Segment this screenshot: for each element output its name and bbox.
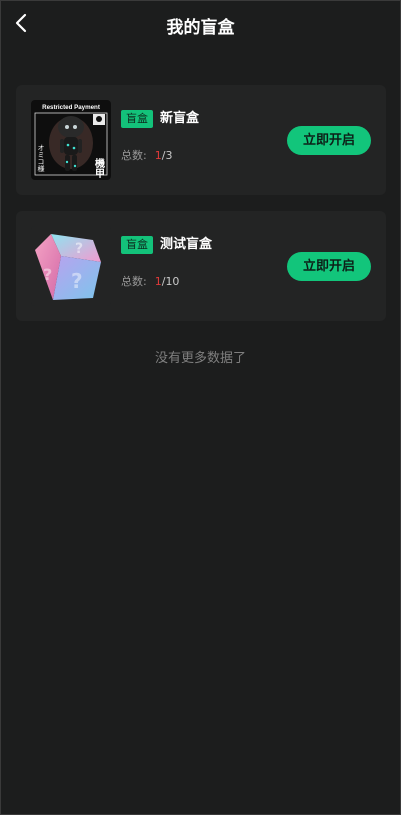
robot-figure-image: Restricted Payment オミコ様 機甲 [31,100,111,180]
count-label: 总数: [121,149,147,162]
image-vertical-text: オミコ様 [37,144,45,172]
image-side-text: 機甲 [93,157,105,179]
blind-box-tag: 盲盒 [121,110,153,128]
no-more-data-text: 没有更多数据了 [154,351,246,366]
count-label: 总数: [121,275,147,288]
blind-box-tag: 盲盒 [121,236,153,254]
question-mark-icon: ? [75,241,83,257]
box-count: 总数: 1/10 [121,274,179,290]
question-mark-icon: ? [43,265,52,284]
box-name: 测试盲盒 [160,237,213,252]
box-thumbnail: Restricted Payment オミコ様 機甲 [31,100,111,180]
count-current: 1 [154,275,162,288]
box-name: 新盲盒 [160,111,200,126]
count-current: 1 [154,149,162,162]
question-mark-icon: ? [71,269,83,293]
page: 我的盲盒 Restricted Payment オミコ様 機甲 盲盒 新盲盒 总… [0,0,401,815]
page-title: 我的盲盒 [166,18,235,38]
blind-box-card: Restricted Payment オミコ様 機甲 盲盒 新盲盒 总数: 1/… [16,85,386,195]
image-caption: Restricted Payment [42,104,100,111]
open-now-button[interactable]: 立即开启 [287,252,371,281]
box-thumbnail: ? ? ? [31,226,111,306]
cube-image: ? ? ? [31,226,111,306]
count-total: 10 [165,275,180,288]
blind-box-card: ? ? ? 盲盒 测试盲盒 总数: 1/10 立即开启 [16,211,386,321]
open-now-button[interactable]: 立即开启 [287,126,371,155]
count-total: 3 [165,149,173,162]
header-bar: 我的盲盒 [1,1,400,47]
box-count: 总数: 1/3 [121,148,172,164]
